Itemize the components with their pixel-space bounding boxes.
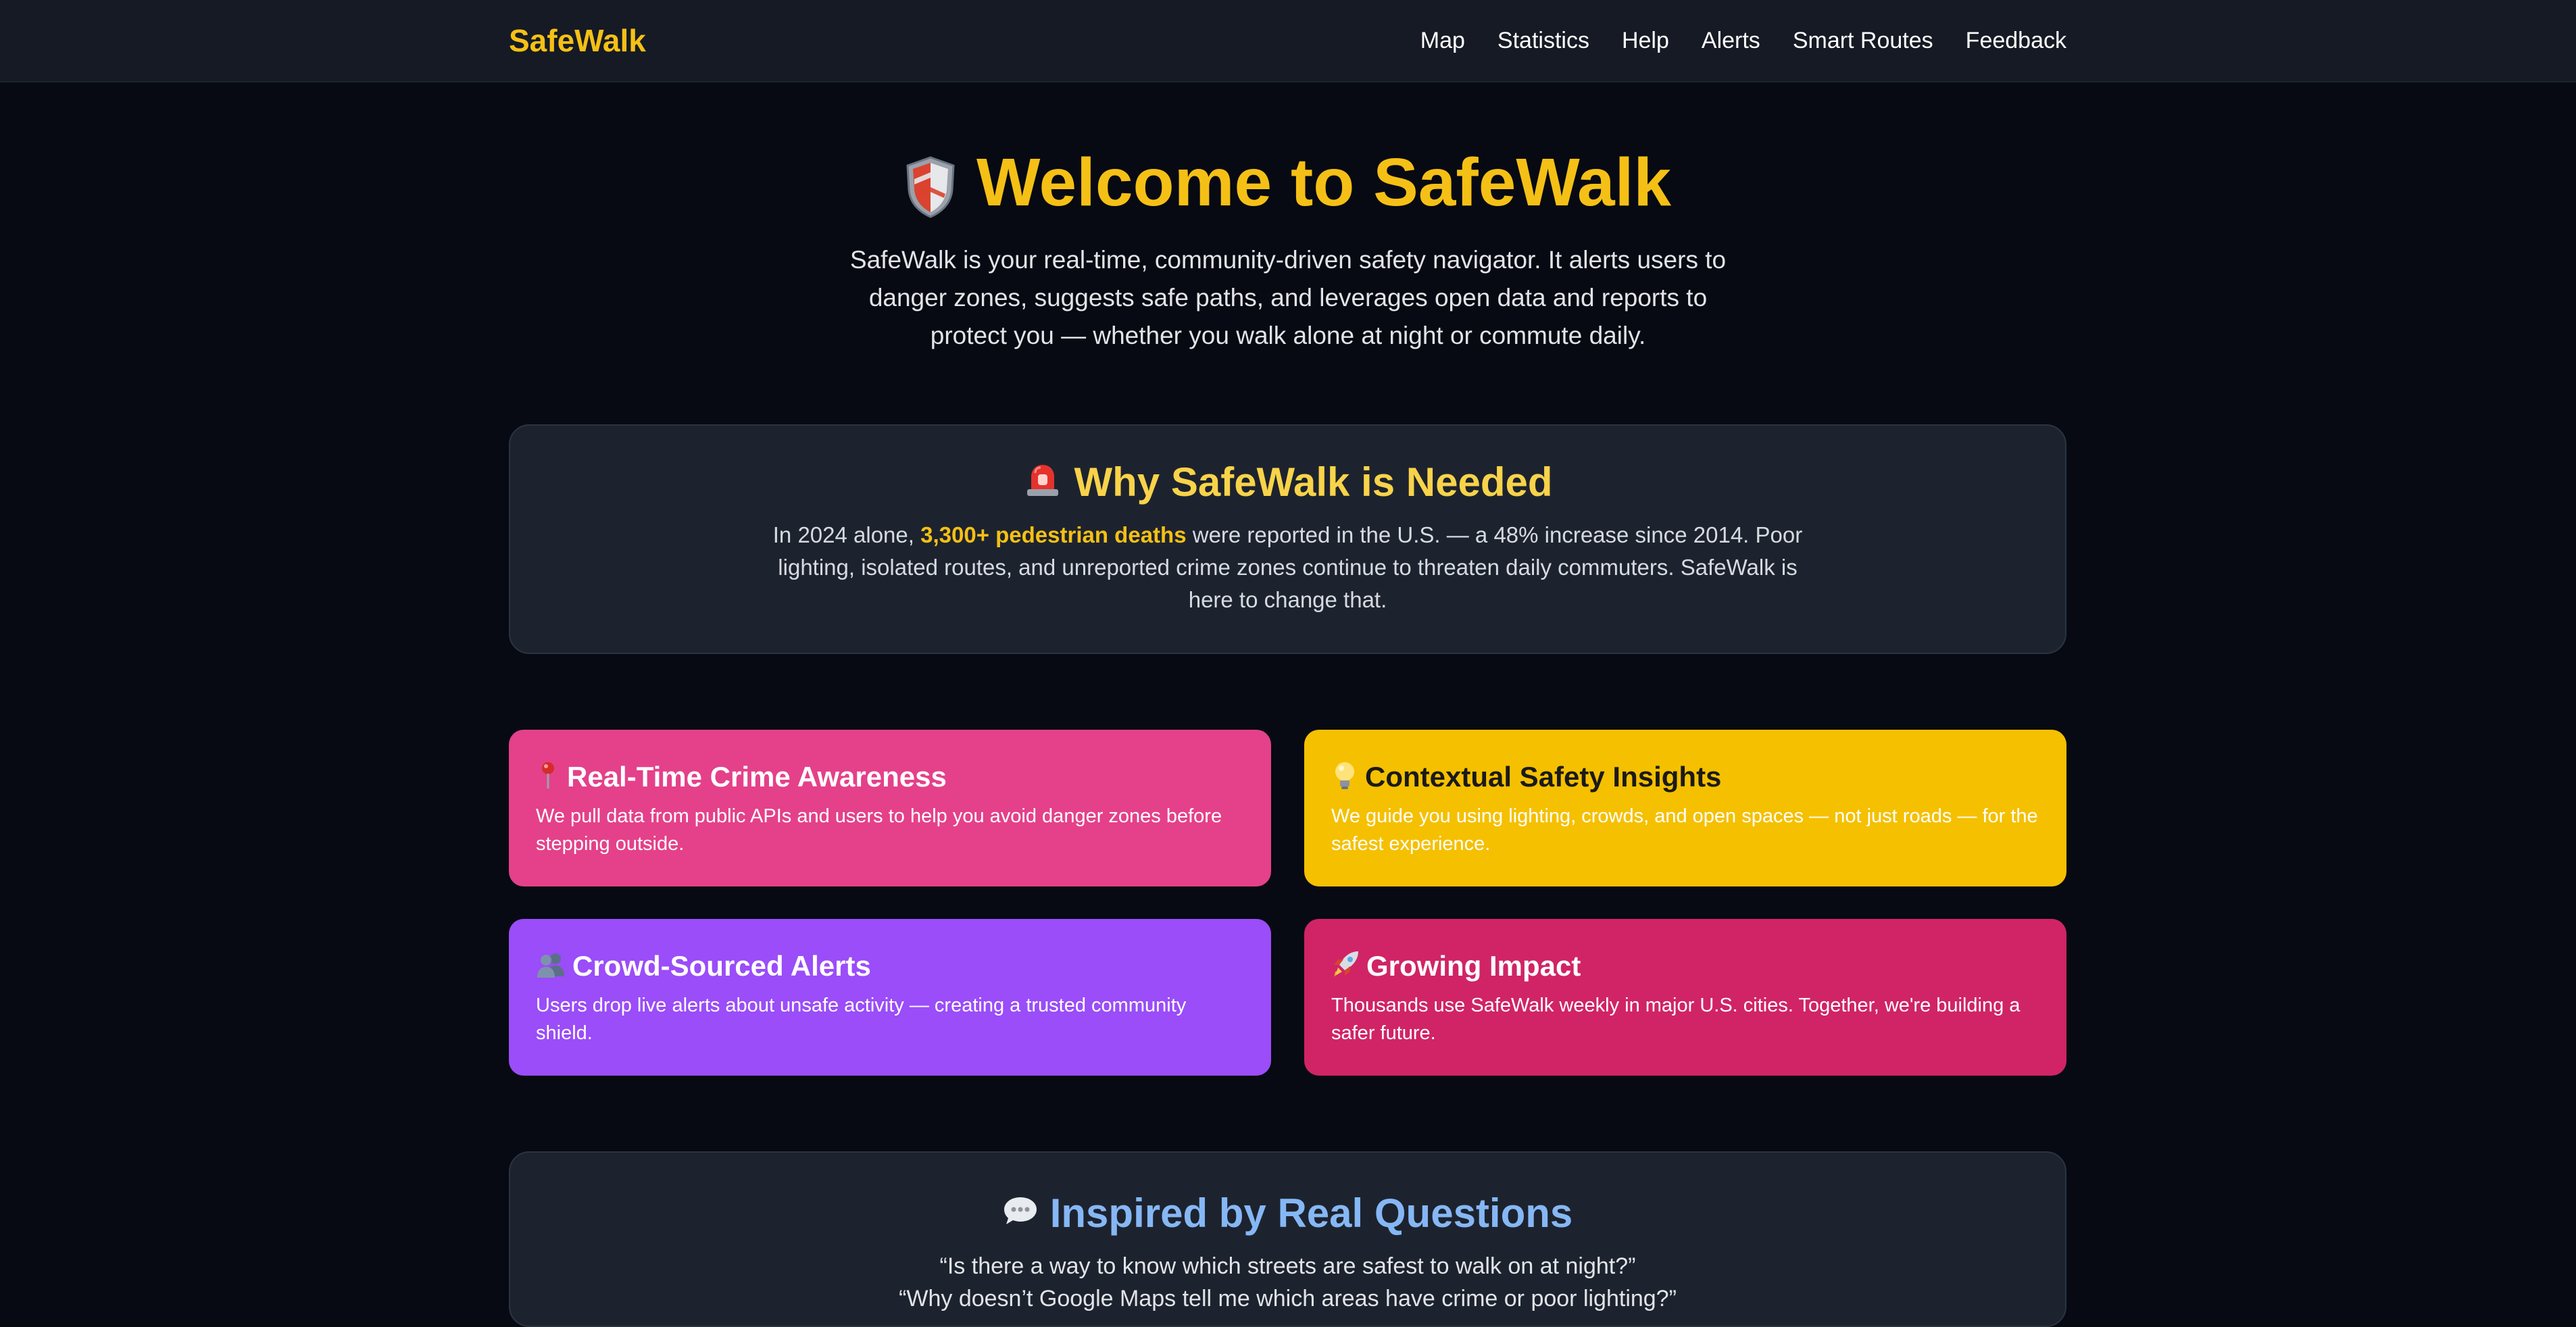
feature-title-text: Contextual Safety Insights <box>1365 761 1722 793</box>
quotes-title-text: Inspired by Real Questions <box>1049 1191 1573 1236</box>
quotes-list: “Is there a way to know which streets ar… <box>510 1250 2065 1315</box>
feature-card-safety-insights: Contextual Safety Insights We guide you … <box>1304 730 2066 886</box>
siren-icon <box>1023 459 1062 505</box>
quotes-card: Inspired by Real Questions “Is there a w… <box>509 1151 2066 1327</box>
feature-title: Crowd-Sourced Alerts <box>536 947 1244 985</box>
top-navbar: SafeWalk Map Statistics Help Alerts Smar… <box>0 0 2576 82</box>
shield-icon <box>905 151 956 218</box>
speech-bubble-icon <box>1003 1193 1038 1234</box>
nav-link-statistics[interactable]: Statistics <box>1497 20 1589 61</box>
quote-item: “Is there a way to know which streets ar… <box>939 1253 1636 1279</box>
why-body-highlight: 3,300+ pedestrian deaths <box>920 522 1187 547</box>
hero-title: Welcome to SafeWalk <box>905 139 1671 226</box>
brand-logo[interactable]: SafeWalk <box>509 20 646 61</box>
nav-link-map[interactable]: Map <box>1420 20 1465 61</box>
feature-body: Users drop live alerts about unsafe acti… <box>536 995 1187 1044</box>
hero-section: Welcome to SafeWalk SafeWalk is your rea… <box>0 139 2576 355</box>
nav-links: Map Statistics Help Alerts Smart Routes … <box>1420 20 2066 61</box>
people-icon <box>536 951 566 982</box>
feature-title-text: Growing Impact <box>1366 950 1581 982</box>
nav-link-feedback[interactable]: Feedback <box>1966 20 2066 61</box>
quotes-title: Inspired by Real Questions <box>1003 1186 1573 1241</box>
why-card: Why SafeWalk is Needed In 2024 alone, 3,… <box>509 424 2066 654</box>
pin-icon <box>536 760 560 795</box>
feature-card-crowd-alerts: Crowd-Sourced Alerts Users drop live ale… <box>509 919 1271 1076</box>
lightbulb-icon <box>1331 760 1358 795</box>
nav-link-smart-routes[interactable]: Smart Routes <box>1793 20 1933 61</box>
rocket-icon <box>1331 950 1360 983</box>
feature-title: Real-Time Crime Awareness <box>536 758 1244 796</box>
feature-body: We guide you using lighting, crowds, and… <box>1331 805 2038 855</box>
why-body: In 2024 alone, 3,300+ pedestrian deaths … <box>768 519 1808 616</box>
feature-title: Contextual Safety Insights <box>1331 758 2039 796</box>
quote-item: “Why doesn’t Google Maps tell me which a… <box>899 1286 1677 1311</box>
hero-title-text: Welcome to SafeWalk <box>976 145 1672 220</box>
feature-title: Growing Impact <box>1331 947 2039 985</box>
hero-description: SafeWalk is your real-time, community-dr… <box>849 246 1727 349</box>
nav-link-alerts[interactable]: Alerts <box>1702 20 1760 61</box>
feature-card-growing-impact: Growing Impact Thousands use SafeWalk we… <box>1304 919 2066 1076</box>
why-title-text: Why SafeWalk is Needed <box>1074 459 1553 505</box>
why-body-prefix: In 2024 alone, <box>772 522 921 547</box>
feature-title-text: Real-Time Crime Awareness <box>567 761 947 793</box>
feature-title-text: Crowd-Sourced Alerts <box>572 950 871 982</box>
feature-body: Thousands use SafeWalk weekly in major U… <box>1331 995 2021 1044</box>
nav-link-help[interactable]: Help <box>1622 20 1669 61</box>
why-title: Why SafeWalk is Needed <box>1023 455 1553 509</box>
feature-body: We pull data from public APIs and users … <box>536 805 1222 855</box>
feature-card-crime-awareness: Real-Time Crime Awareness We pull data f… <box>509 730 1271 886</box>
